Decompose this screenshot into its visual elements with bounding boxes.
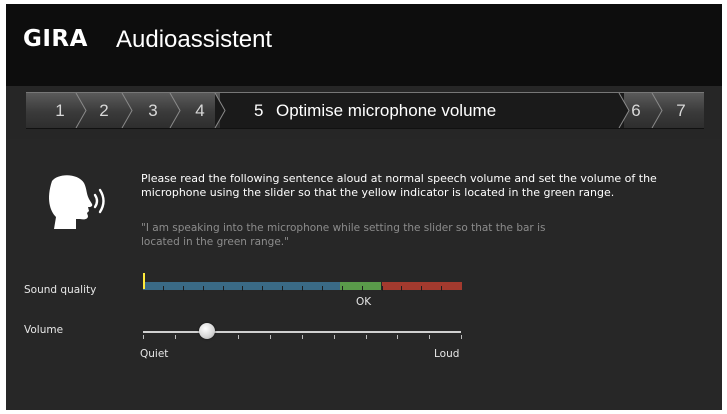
volume-min-label: Quiet — [140, 348, 169, 360]
meter-range-high — [382, 282, 462, 290]
meter-tick — [342, 286, 343, 291]
audio-assistant-window: GIRA Audioassistent 1 2 3 4 5 Optimise m… — [6, 4, 722, 410]
meter-tick — [183, 286, 184, 291]
volume-slider-thumb[interactable] — [199, 323, 215, 339]
step-7[interactable]: 7 — [671, 93, 691, 128]
volume-slider-track[interactable] — [143, 331, 461, 333]
step-6[interactable]: 6 — [626, 93, 646, 128]
volume-label: Volume — [24, 324, 64, 336]
sound-quality-label: Sound quality — [24, 284, 97, 296]
active-step-number: 5 — [254, 101, 264, 120]
main-content: Please read the following sentence aloud… — [6, 139, 722, 410]
meter-tick — [203, 286, 204, 291]
slider-tick — [175, 335, 176, 339]
meter-tick — [223, 286, 224, 291]
wizard-step-bar: 1 2 3 4 5 Optimise microphone volume 6 7 — [26, 92, 704, 129]
slider-tick — [334, 335, 335, 339]
meter-tick — [163, 286, 164, 291]
active-step-label: Optimise microphone volume — [276, 101, 497, 120]
app-title: Audioassistent — [116, 26, 273, 53]
ok-range-label: OK — [356, 296, 372, 308]
step-separator-icon — [121, 93, 133, 128]
step-separator-icon — [75, 93, 87, 128]
brand-logo: GIRA — [23, 26, 88, 52]
meter-tick — [362, 286, 363, 291]
slider-tick — [461, 335, 462, 339]
meter-tick — [382, 286, 383, 291]
sound-level-indicator — [143, 273, 145, 289]
step-separator-icon — [651, 93, 663, 128]
instruction-text: Please read the following sentence aloud… — [141, 172, 657, 199]
meter-tick — [401, 286, 402, 291]
meter-range-ok — [340, 282, 381, 290]
step-separator-icon — [169, 93, 181, 128]
step-1[interactable]: 1 — [50, 93, 70, 128]
step-3[interactable]: 3 — [143, 93, 163, 128]
meter-tick — [302, 286, 303, 291]
slider-tick — [238, 335, 239, 339]
meter-tick — [242, 286, 243, 291]
slider-tick — [143, 335, 144, 339]
meter-tick — [262, 286, 263, 291]
step-4[interactable]: 4 — [190, 93, 210, 128]
speaking-head-icon — [49, 175, 105, 229]
sample-sentence: "I am speaking into the microphone while… — [141, 222, 546, 248]
slider-tick — [429, 335, 430, 339]
step-2[interactable]: 2 — [94, 93, 114, 128]
meter-tick — [322, 286, 323, 291]
title-bar: GIRA Audioassistent — [6, 4, 722, 86]
meter-tick — [441, 286, 442, 291]
volume-max-label: Loud — [434, 348, 460, 360]
slider-tick — [397, 335, 398, 339]
step-separator-icon — [214, 93, 226, 128]
sound-quality-meter — [143, 282, 462, 292]
slider-tick — [302, 335, 303, 339]
slider-tick — [366, 335, 367, 339]
meter-tick — [282, 286, 283, 291]
meter-tick — [421, 286, 422, 291]
slider-tick — [270, 335, 271, 339]
